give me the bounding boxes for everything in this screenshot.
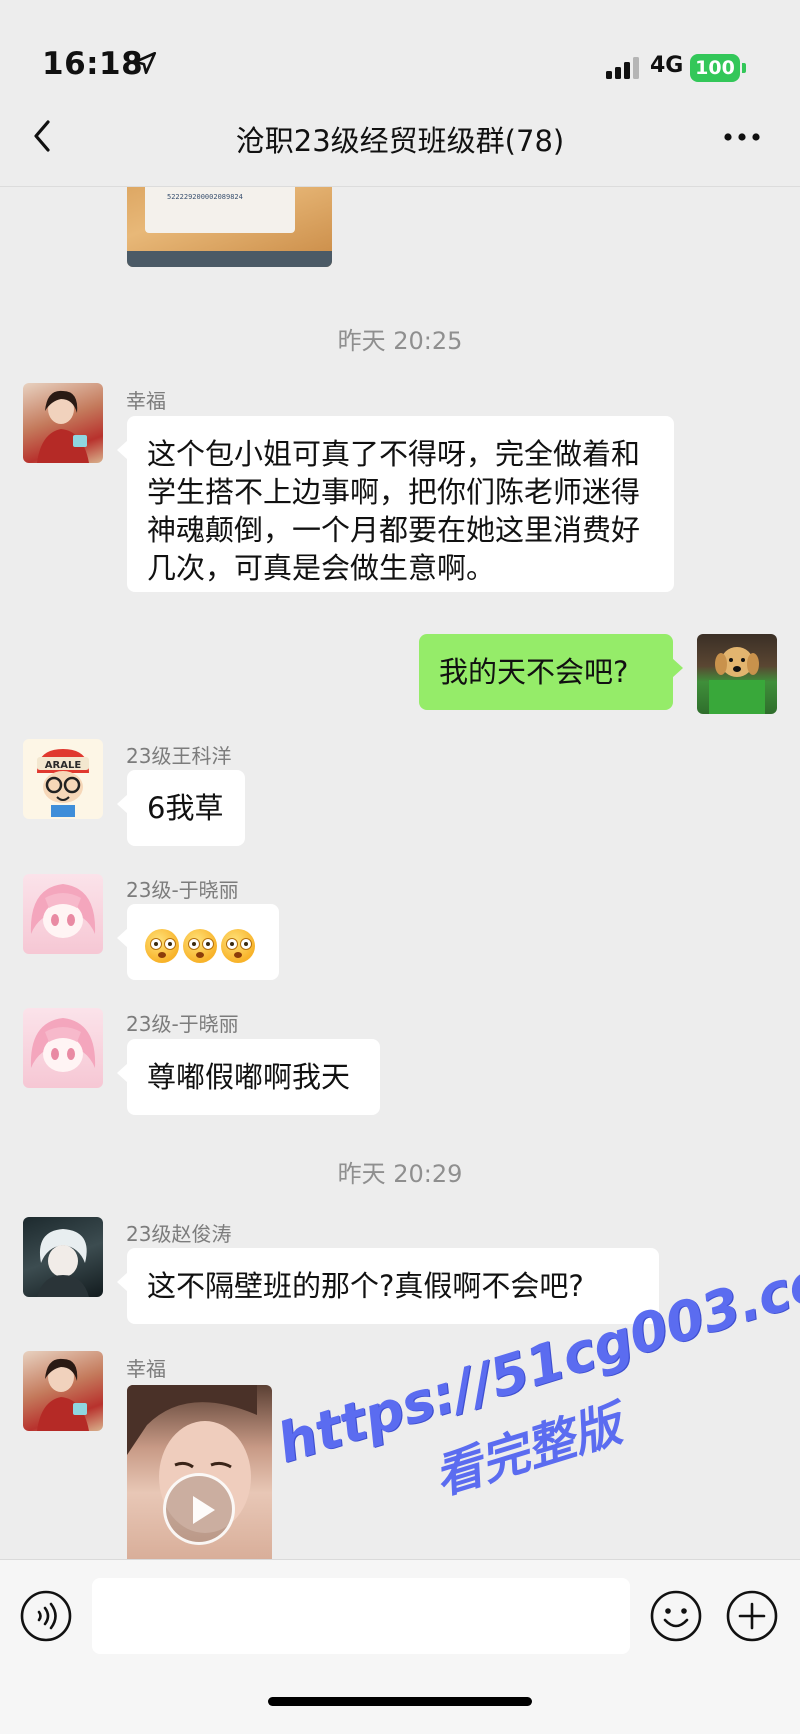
emoji-icon[interactable] <box>650 1590 702 1642</box>
own-message-bubble[interactable]: 我的天不会吧? <box>419 634 683 710</box>
flushed-face-icon <box>221 929 255 963</box>
flushed-face-icon <box>183 929 217 963</box>
timestamp: 昨天 20:29 <box>337 1160 463 1188</box>
battery-level: 100 <box>690 54 740 82</box>
avatar-xingfu[interactable] <box>23 383 103 463</box>
status-time: 16:18 <box>42 46 144 82</box>
message-bubble[interactable]: 6我草 <box>117 770 245 846</box>
avatar-xingfu[interactable] <box>23 1351 103 1431</box>
timestamp: 昨天 20:25 <box>337 327 463 355</box>
status-bar: 16:18 4G 100 <box>0 0 800 100</box>
avatar-yu-xiaoli[interactable] <box>23 874 103 954</box>
chat-title: 沧职23级经贸班级群(78) <box>235 124 565 158</box>
arale-cap-text: ARALE <box>45 760 82 771</box>
id-card-number: 522229200002089824 <box>167 193 243 201</box>
location-arrow-icon <box>133 51 157 75</box>
message-bubble[interactable]: 这个包小姐可真了不得呀，完全做着和学生搭不上边事啊，把你们陈老师迷得神魂颠倒，一… <box>117 416 674 592</box>
message-input[interactable] <box>92 1578 630 1654</box>
flushed-face-icon <box>145 929 179 963</box>
avatar-wang-keyang[interactable]: ARALE <box>23 739 103 819</box>
image-message-id-card[interactable]: 522229200002089824 <box>127 187 332 267</box>
message-bubble[interactable]: 这不隔壁班的那个?真假啊不会吧? <box>117 1248 659 1324</box>
avatar-zhao-juntao[interactable] <box>23 1217 103 1297</box>
avatar-self[interactable] <box>697 634 777 714</box>
sender-name: 幸福 <box>126 389 166 413</box>
id-card-image: 522229200002089824 <box>145 187 295 233</box>
battery-icon: 100 <box>690 54 746 82</box>
more-options-icon[interactable] <box>722 122 762 152</box>
chat-message-list[interactable]: 522229200002089824 昨天 20:25 幸福 这个包小姐可真了不… <box>0 187 800 1559</box>
message-bubble-emoji[interactable] <box>117 904 279 980</box>
sender-name: 23级赵俊涛 <box>126 1222 232 1246</box>
input-bar <box>0 1559 800 1734</box>
plus-icon[interactable] <box>726 1590 778 1642</box>
avatar-yu-xiaoli[interactable] <box>23 1008 103 1088</box>
sender-name: 23级-于晓丽 <box>126 1012 239 1036</box>
voice-input-icon[interactable] <box>20 1590 72 1642</box>
video-message[interactable] <box>127 1385 272 1559</box>
sender-name: 23级王科洋 <box>126 744 232 768</box>
sender-name: 23级-于晓丽 <box>126 878 239 902</box>
chat-header: 沧职23级经贸班级群(78) <box>0 100 800 187</box>
sender-name: 幸福 <box>126 1357 166 1381</box>
network-label: 4G <box>650 53 684 78</box>
signal-icon <box>606 57 639 79</box>
home-indicator <box>268 1697 532 1706</box>
play-icon[interactable] <box>163 1473 235 1545</box>
message-bubble[interactable]: 尊嘟假嘟啊我天 <box>117 1039 380 1115</box>
